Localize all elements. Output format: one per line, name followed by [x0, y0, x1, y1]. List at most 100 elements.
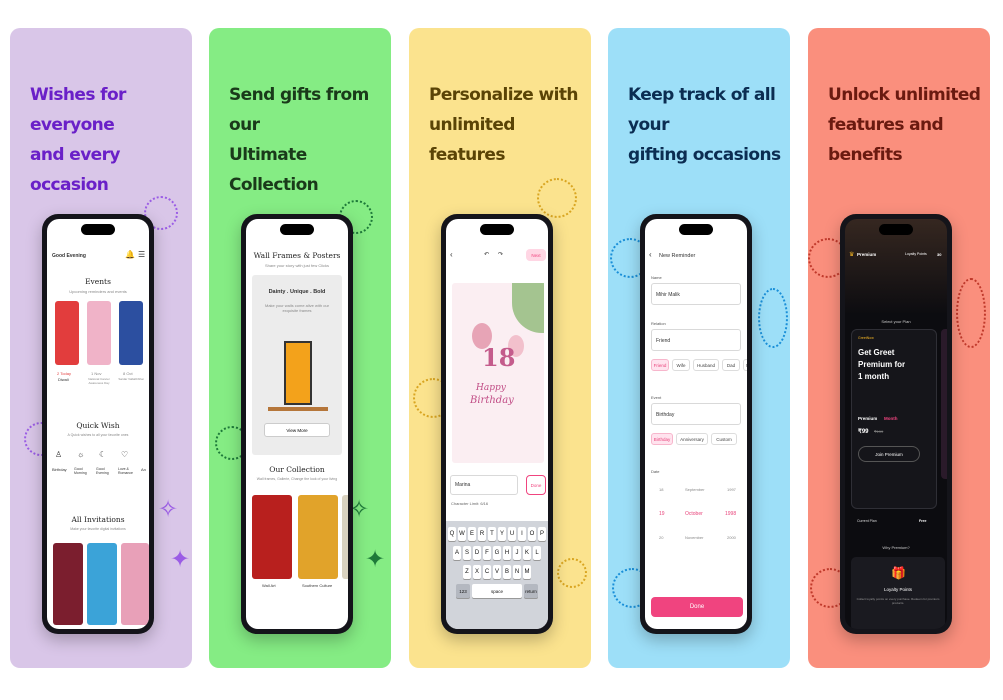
- space-key[interactable]: space: [472, 584, 522, 598]
- date-picker-year[interactable]: 2000: [727, 535, 736, 540]
- key-w[interactable]: W: [458, 527, 466, 541]
- key-f[interactable]: F: [483, 546, 491, 560]
- collection-item[interactable]: [298, 495, 338, 579]
- relation-field[interactable]: Friend: [651, 329, 741, 351]
- banner-text: Make your walls come alive with our exqu…: [264, 303, 330, 313]
- promo-card-personalize: Personalize with unlimited features ‹ ↶ …: [409, 28, 591, 668]
- join-premium-button[interactable]: Join Premium: [858, 446, 920, 462]
- event-chip[interactable]: Anniversary: [676, 433, 708, 445]
- price-old: ₹199: [874, 429, 884, 434]
- date-picker-day[interactable]: 19: [659, 511, 665, 517]
- event-tile[interactable]: [119, 301, 143, 365]
- key-z[interactable]: Z: [463, 565, 471, 579]
- key-y[interactable]: Y: [498, 527, 506, 541]
- plan-card-peek[interactable]: [941, 329, 947, 479]
- event-tile[interactable]: [55, 301, 79, 365]
- key-d[interactable]: D: [473, 546, 481, 560]
- key-h[interactable]: H: [503, 546, 511, 560]
- relation-chip[interactable]: Husband: [693, 359, 719, 371]
- relation-chip[interactable]: Dad: [722, 359, 740, 371]
- key-e[interactable]: E: [468, 527, 476, 541]
- relation-label: Relation: [651, 321, 666, 326]
- plan-card[interactable]: GreetNow Get Greet Premium for 1 month P…: [851, 329, 937, 509]
- phone-mockup: ‹ New Reminder Name Mihir Malik Relation…: [640, 214, 752, 634]
- key-p[interactable]: P: [538, 527, 546, 541]
- event-date: 1 Nov: [91, 371, 102, 376]
- done-button[interactable]: Done: [526, 475, 546, 495]
- date-picker-month[interactable]: November: [685, 535, 703, 540]
- phone-mockup: ‹ ↶ ↷ Next 18 Happy Birthday Marina Done…: [441, 214, 553, 634]
- invitation-tile[interactable]: [53, 543, 83, 625]
- relation-chip[interactable]: Wife: [672, 359, 690, 371]
- key-n[interactable]: N: [513, 565, 521, 579]
- redo-icon[interactable]: ↷: [498, 251, 503, 259]
- sun-icon[interactable]: ☼: [77, 451, 84, 459]
- moon-icon[interactable]: ☾: [99, 451, 106, 459]
- key-q[interactable]: Q: [448, 527, 456, 541]
- menu-icon[interactable]: ☰: [138, 251, 145, 259]
- sparkle-decoration: ✦: [170, 546, 191, 573]
- invitation-tile[interactable]: [121, 543, 149, 625]
- numbers-key[interactable]: 123: [456, 584, 470, 598]
- date-picker-day[interactable]: 20: [659, 535, 663, 540]
- event-field[interactable]: Birthday: [651, 403, 741, 425]
- phone-mockup: Good Evening 🔔 ☰ Events Upcoming reminde…: [42, 214, 154, 634]
- event-tile[interactable]: [87, 301, 111, 365]
- page-title: Wall Frames & Posters: [253, 251, 341, 260]
- key-l[interactable]: L: [533, 546, 541, 560]
- invitation-tile[interactable]: [87, 543, 117, 625]
- date-picker-year[interactable]: 1997: [727, 487, 736, 492]
- back-icon[interactable]: ‹: [450, 251, 453, 259]
- bell-icon[interactable]: 🔔: [125, 251, 135, 259]
- done-button[interactable]: Done: [651, 597, 743, 617]
- return-key[interactable]: return: [524, 584, 538, 598]
- date-picker-year[interactable]: 1998: [725, 511, 736, 517]
- back-icon[interactable]: ‹: [649, 251, 652, 259]
- key-x[interactable]: X: [473, 565, 481, 579]
- key-j[interactable]: J: [513, 546, 521, 560]
- quick-item-label: An: [141, 467, 146, 472]
- view-more-button[interactable]: View More: [264, 423, 330, 437]
- key-u[interactable]: U: [508, 527, 516, 541]
- cake-icon[interactable]: ♙: [55, 451, 62, 459]
- relation-chip[interactable]: Friend: [651, 359, 669, 371]
- quick-item-label: Good Evening: [96, 467, 109, 475]
- event-chip[interactable]: Custom: [711, 433, 737, 445]
- name-field[interactable]: Mihir Malik: [651, 283, 741, 305]
- sparkle-decoration: ✦: [365, 546, 386, 573]
- key-r[interactable]: R: [478, 527, 486, 541]
- collection-item[interactable]: [342, 495, 348, 579]
- key-o[interactable]: O: [528, 527, 536, 541]
- frames-banner[interactable]: Dainty . Unique . Bold Make your walls c…: [252, 275, 342, 455]
- key-t[interactable]: T: [488, 527, 496, 541]
- plan-title-line: Get Greet: [858, 348, 895, 357]
- event-chip[interactable]: Birthday: [651, 433, 673, 445]
- gift-icon: 🎁: [891, 566, 906, 580]
- key-s[interactable]: S: [463, 546, 471, 560]
- card-headline: Wishes for everyone and every occasion: [30, 85, 126, 195]
- key-k[interactable]: K: [523, 546, 531, 560]
- birthday-card-preview[interactable]: 18 Happy Birthday: [452, 283, 544, 463]
- undo-icon[interactable]: ↶: [484, 251, 489, 259]
- key-g[interactable]: G: [493, 546, 501, 560]
- heart-icon[interactable]: ♡: [121, 451, 128, 459]
- text-input[interactable]: Marina: [450, 475, 518, 495]
- keyboard-row: 123 space return: [448, 584, 546, 598]
- greeting-text: Good Evening: [52, 253, 86, 259]
- benefit-card: 🎁 Loyalty Points Collect loyalty points …: [851, 557, 945, 629]
- date-picker-month[interactable]: October: [685, 511, 703, 517]
- quick-item-label: Good Morning: [74, 467, 87, 475]
- next-button[interactable]: Next: [526, 249, 546, 261]
- collection-heading: Our Collection: [269, 465, 325, 474]
- relation-chip[interactable]: M: [743, 359, 747, 371]
- key-i[interactable]: I: [518, 527, 526, 541]
- key-v[interactable]: V: [493, 565, 501, 579]
- date-picker-month[interactable]: September: [685, 487, 705, 492]
- key-a[interactable]: A: [453, 546, 461, 560]
- key-b[interactable]: B: [503, 565, 511, 579]
- key-m[interactable]: M: [523, 565, 531, 579]
- card-headline: Unlock unlimited features and benefits: [828, 85, 981, 165]
- key-c[interactable]: C: [483, 565, 491, 579]
- date-picker-day[interactable]: 18: [659, 487, 663, 492]
- collection-item[interactable]: [252, 495, 292, 579]
